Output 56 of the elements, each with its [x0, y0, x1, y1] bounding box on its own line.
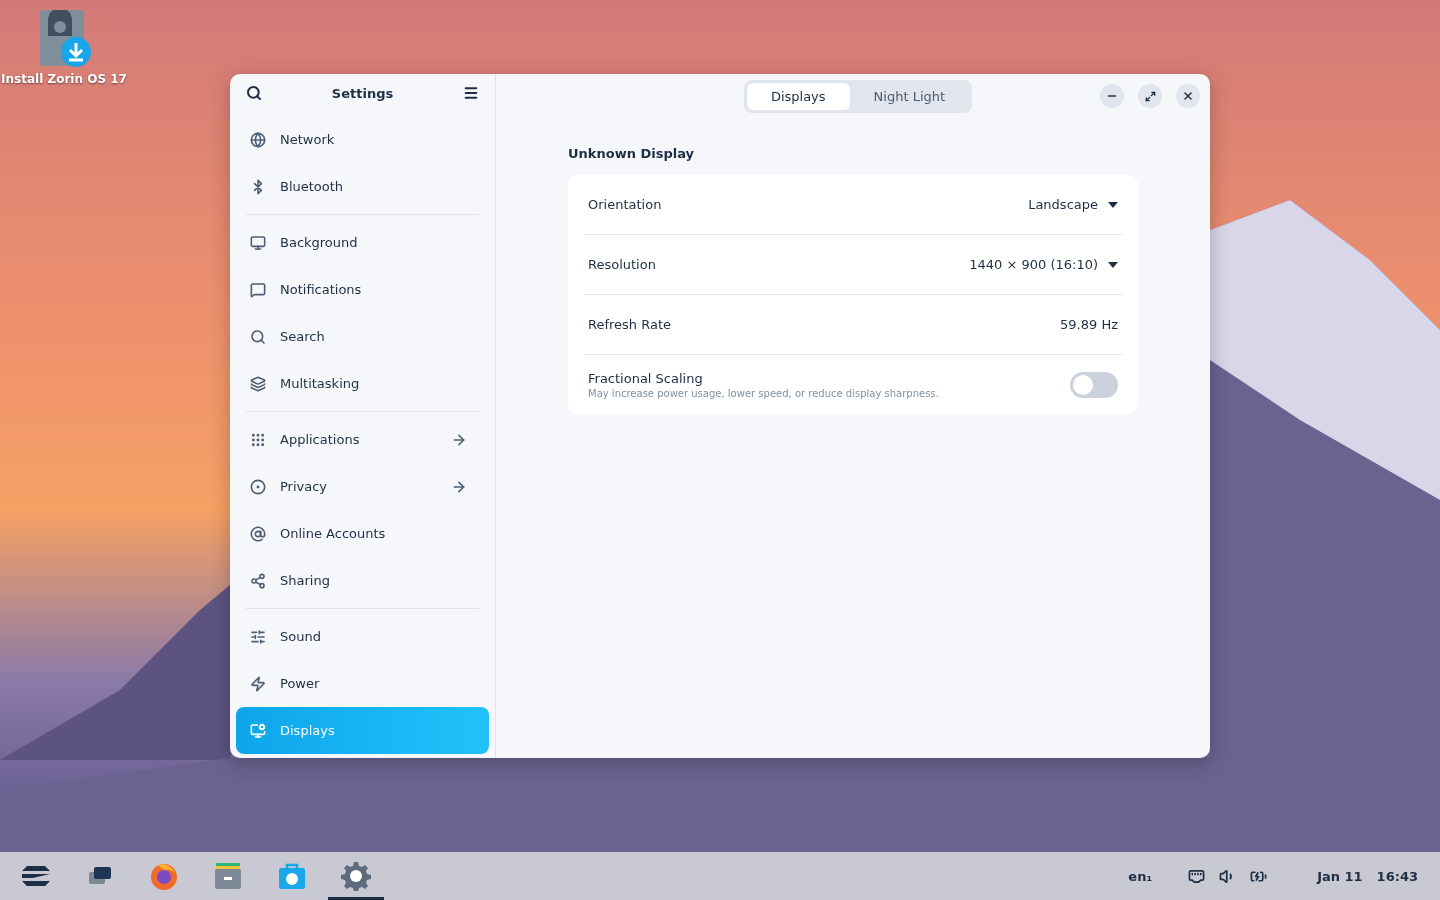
sidebar-item-icon	[250, 431, 266, 448]
keyboard-layout[interactable]: en₁	[1128, 868, 1153, 884]
sidebar-item[interactable]: Multitasking	[246, 360, 479, 407]
sidebar-item-icon	[250, 675, 266, 692]
expand-icon	[1144, 90, 1156, 102]
row-label: Resolution	[588, 257, 657, 272]
clock[interactable]: 16:43	[1376, 868, 1418, 884]
row-subtitle: May increase power usage, lower speed, or reduce display sharpness.	[588, 387, 940, 399]
sidebar-item-icon	[250, 572, 266, 589]
windows-icon[interactable]	[88, 866, 112, 886]
sidebar-item-icon	[250, 722, 266, 739]
sidebar-item[interactable]: Power	[246, 660, 479, 707]
search-icon[interactable]	[246, 85, 262, 101]
caret-icon	[1108, 261, 1118, 268]
minimize-button[interactable]	[1100, 84, 1124, 108]
browser-icon[interactable]	[149, 861, 179, 891]
date[interactable]: Jan 11	[1317, 868, 1363, 884]
sidebar-item-icon	[250, 525, 266, 542]
sidebar-item-icon	[250, 375, 266, 392]
window-title: Settings	[331, 85, 394, 101]
dropdown[interactable]: Landscape	[1028, 197, 1118, 212]
tab[interactable]: Night Light	[849, 82, 970, 110]
sidebar-item-icon	[250, 131, 266, 148]
file-cabinet-icon[interactable]	[213, 861, 243, 891]
menu-icon[interactable]	[463, 85, 479, 101]
sidebar-item[interactable]: Search	[246, 313, 479, 360]
section-title: Unknown Display	[568, 146, 696, 161]
network-icon[interactable]	[1188, 867, 1206, 885]
sidebar-item[interactable]: Background	[246, 219, 479, 266]
toggle-switch[interactable]	[1070, 371, 1118, 398]
gear-icon[interactable]	[341, 861, 371, 891]
row-label: Refresh Rate	[588, 317, 673, 332]
sidebar-item-icon	[250, 328, 266, 345]
sidebar-item[interactable]: Bluetooth	[246, 163, 479, 210]
sidebar-item[interactable]: Notifications	[246, 266, 479, 313]
sidebar-item-icon	[250, 234, 266, 251]
dropdown[interactable]: 1440 × 900 (16:10)	[969, 257, 1118, 272]
row-value: 59.89 Hz	[1060, 317, 1118, 332]
sidebar-item[interactable]: Network	[246, 116, 479, 163]
sidebar-item[interactable]: Online Accounts	[246, 510, 479, 557]
row-label: Orientation	[588, 197, 663, 212]
sidebar-item-icon	[250, 628, 266, 645]
caret-icon	[1108, 201, 1118, 208]
store-bag-icon[interactable]	[277, 861, 307, 891]
sidebar-item-icon	[250, 281, 266, 298]
sidebar-item[interactable]: Sound	[246, 613, 479, 660]
tab[interactable]: Displays	[746, 82, 850, 110]
maximize-button[interactable]	[1138, 84, 1162, 108]
row-label: Fractional Scaling	[588, 370, 704, 386]
logo-icon[interactable]	[21, 864, 51, 888]
sidebar-item[interactable]: Sharing	[246, 557, 479, 604]
sidebar-item-icon	[250, 478, 266, 495]
sidebar-item[interactable]: Applications	[246, 416, 479, 463]
close-button[interactable]	[1176, 84, 1200, 108]
sidebar-item[interactable]: Privacy	[246, 463, 479, 510]
close-icon	[1182, 90, 1194, 102]
